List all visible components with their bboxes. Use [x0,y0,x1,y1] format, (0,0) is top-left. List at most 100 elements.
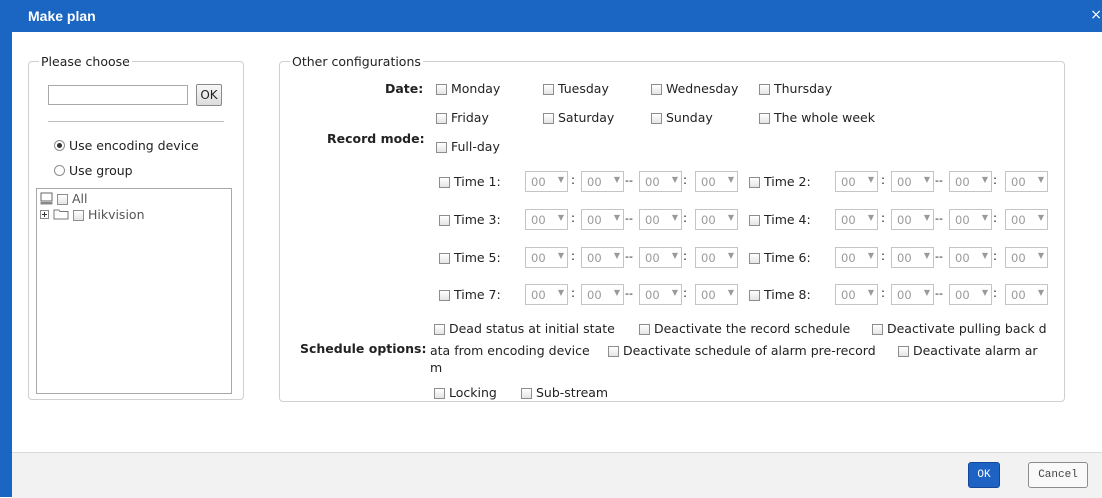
radio-button-icon[interactable] [54,140,65,151]
radio-button-icon[interactable] [54,165,65,176]
time-slot-checkbox[interactable]: Time 5: [439,250,501,265]
start-minute-select[interactable]: 00 ▼ [581,247,624,268]
dead-status-checkbox[interactable]: Dead status at initial state [434,321,615,336]
checkbox-icon[interactable] [898,346,909,357]
cancel-button[interactable]: Cancel [1028,462,1088,488]
start-minute-select[interactable]: 00 ▼ [581,209,624,230]
checkbox-icon[interactable] [608,346,619,357]
checkbox-icon[interactable] [72,210,84,221]
tree-node-all[interactable]: All [40,191,87,206]
start-hour-select[interactable]: 00 ▼ [835,209,878,230]
start-minute-select[interactable]: 00 ▼ [891,209,934,230]
sub-stream-checkbox[interactable]: Sub-stream [521,385,608,400]
radio-use-group[interactable]: Use group [54,163,133,178]
end-hour-select[interactable]: 00 ▼ [639,209,682,230]
deactivate-pulling-back-checkbox[interactable]: Deactivate pulling back d [872,321,1047,336]
day-wednesday-checkbox[interactable]: Wednesday [651,81,738,96]
time-slot-label: Time 2: [763,174,811,189]
checkbox-icon[interactable] [651,113,662,124]
start-minute-select[interactable]: 00 ▼ [891,247,934,268]
device-search-input[interactable] [48,85,188,105]
checkbox-icon[interactable] [749,290,760,301]
start-minute-select[interactable]: 00 ▼ [581,171,624,192]
checkbox-icon[interactable] [439,177,450,188]
end-hour-select[interactable]: 00 ▼ [949,284,992,305]
end-minute-select[interactable]: 00 ▼ [1005,284,1048,305]
day-saturday-checkbox[interactable]: Saturday [543,110,614,125]
end-minute-select[interactable]: 00 ▼ [695,247,738,268]
device-tree[interactable]: All Hikvision [36,188,232,394]
end-minute-select[interactable]: 00 ▼ [695,171,738,192]
start-hour-select[interactable]: 00 ▼ [835,247,878,268]
ok-button[interactable]: OK [968,462,1000,488]
checkbox-icon[interactable] [543,84,554,95]
end-hour-select[interactable]: 00 ▼ [639,284,682,305]
time-slot-label: Time 7: [453,287,501,302]
time-slot-checkbox[interactable]: Time 1: [439,174,501,189]
day-tuesday-checkbox[interactable]: Tuesday [543,81,609,96]
tree-node-hikvision[interactable]: Hikvision [40,207,145,222]
start-hour-select[interactable]: 00 ▼ [525,209,568,230]
checkbox-icon[interactable] [651,84,662,95]
checkbox-icon[interactable] [439,253,450,264]
close-icon[interactable]: × [1090,7,1102,23]
checkbox-icon[interactable] [439,290,450,301]
checkbox-icon[interactable] [439,215,450,226]
start-minute-select[interactable]: 00 ▼ [891,171,934,192]
checkbox-icon[interactable] [749,215,760,226]
chevron-down-icon: ▼ [557,251,564,260]
time-slot-checkbox[interactable]: Time 8: [749,287,811,302]
end-minute-select[interactable]: 00 ▼ [695,284,738,305]
checkbox-icon[interactable] [434,388,445,399]
search-ok-button[interactable]: OK [196,84,222,106]
time-slot-checkbox[interactable]: Time 3: [439,212,501,227]
checkbox-icon[interactable] [872,324,883,335]
end-hour-select[interactable]: 00 ▼ [949,247,992,268]
locking-checkbox[interactable]: Locking [434,385,497,400]
checkbox-icon[interactable] [56,194,68,205]
day-whole-week-checkbox[interactable]: The whole week [759,110,875,125]
start-hour-select[interactable]: 00 ▼ [525,284,568,305]
end-hour-select[interactable]: 00 ▼ [949,209,992,230]
checkbox-icon[interactable] [639,324,650,335]
checkbox-icon[interactable] [521,388,532,399]
select-value: 00 [701,175,716,189]
time-colon: : [881,211,886,225]
time-slot-checkbox[interactable]: Time 7: [439,287,501,302]
day-sunday-checkbox[interactable]: Sunday [651,110,713,125]
end-hour-select[interactable]: 00 ▼ [639,247,682,268]
deactivate-alarm-arm-checkbox[interactable]: Deactivate alarm ar [898,343,1038,358]
time-slot-checkbox[interactable]: Time 2: [749,174,811,189]
day-monday-checkbox[interactable]: Monday [436,81,500,96]
deactivate-alarm-prerecord-checkbox[interactable]: Deactivate schedule of alarm pre-record [608,343,876,358]
checkbox-icon[interactable] [749,253,760,264]
start-hour-select[interactable]: 00 ▼ [835,171,878,192]
end-hour-select[interactable]: 00 ▼ [639,171,682,192]
day-friday-checkbox[interactable]: Friday [436,110,489,125]
full-day-checkbox[interactable]: Full-day [436,139,500,154]
day-thursday-checkbox[interactable]: Thursday [759,81,832,96]
checkbox-icon[interactable] [436,113,447,124]
start-hour-select[interactable]: 00 ▼ [835,284,878,305]
checkbox-icon[interactable] [759,113,770,124]
deactivate-record-schedule-checkbox[interactable]: Deactivate the record schedule [639,321,850,336]
end-minute-select[interactable]: 00 ▼ [1005,171,1048,192]
end-minute-select[interactable]: 00 ▼ [1005,209,1048,230]
time-slot-checkbox[interactable]: Time 4: [749,212,811,227]
end-minute-select[interactable]: 00 ▼ [695,209,738,230]
checkbox-icon[interactable] [759,84,770,95]
checkbox-icon[interactable] [749,177,760,188]
start-hour-select[interactable]: 00 ▼ [525,247,568,268]
start-minute-select[interactable]: 00 ▼ [891,284,934,305]
end-hour-select[interactable]: 00 ▼ [949,171,992,192]
radio-use-encoding-device[interactable]: Use encoding device [54,138,199,153]
time-slot-checkbox[interactable]: Time 6: [749,250,811,265]
start-hour-select[interactable]: 00 ▼ [525,171,568,192]
checkbox-icon[interactable] [543,113,554,124]
end-minute-select[interactable]: 00 ▼ [1005,247,1048,268]
checkbox-icon[interactable] [436,142,447,153]
select-value: 00 [955,251,970,265]
checkbox-icon[interactable] [436,84,447,95]
checkbox-icon[interactable] [434,324,445,335]
start-minute-select[interactable]: 00 ▼ [581,284,624,305]
